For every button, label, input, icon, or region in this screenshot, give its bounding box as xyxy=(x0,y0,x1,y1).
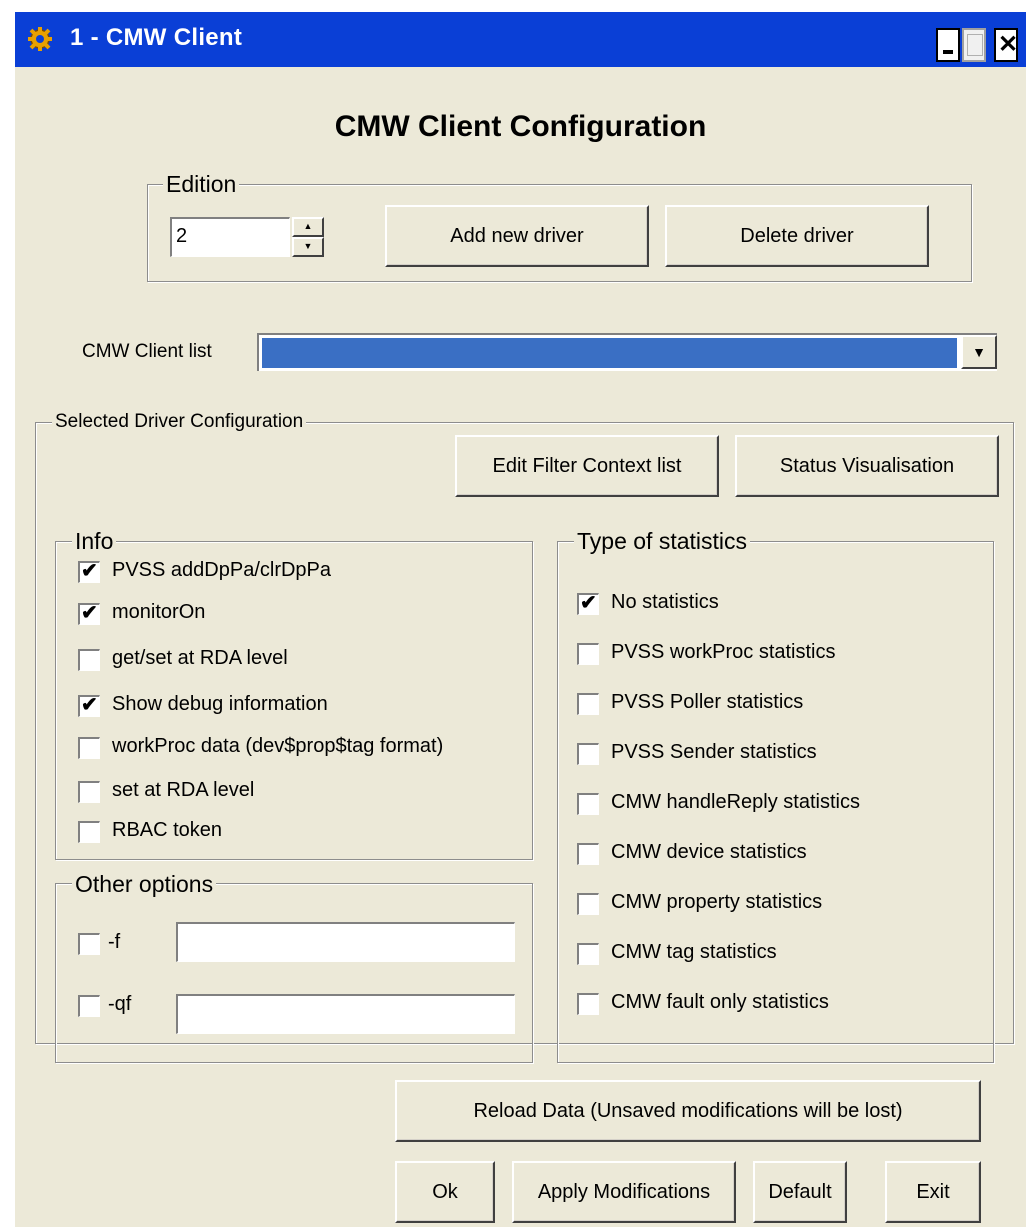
checkbox[interactable]: ✔ xyxy=(78,560,100,583)
edit-filter-context-button[interactable]: Edit Filter Context list xyxy=(455,435,719,497)
checkbox[interactable]: ✔ xyxy=(78,694,100,717)
chevron-down-icon[interactable]: ▼ xyxy=(961,335,997,369)
minimize-button[interactable] xyxy=(936,28,960,62)
reload-data-button[interactable]: Reload Data (Unsaved modifications will … xyxy=(395,1080,981,1142)
checkbox[interactable] xyxy=(577,743,599,765)
option-f-input[interactable] xyxy=(176,922,515,962)
option-label: PVSS addDpPa/clrDpPa xyxy=(112,559,332,581)
option-label: CMW handleReply statistics xyxy=(611,791,860,813)
option-label: CMW fault only statistics xyxy=(611,991,829,1013)
checkbox[interactable] xyxy=(577,643,599,665)
client-list-label: CMW Client list xyxy=(82,341,212,362)
edition-spin-up[interactable]: ▲ xyxy=(292,217,324,237)
checkbox[interactable]: ✔ xyxy=(78,602,100,625)
option-label: PVSS Poller statistics xyxy=(611,691,804,713)
window-title: 1 - CMW Client xyxy=(70,24,243,51)
option-label: PVSS workProc statistics xyxy=(611,641,836,663)
apply-modifications-button[interactable]: Apply Modifications xyxy=(512,1161,736,1223)
add-driver-button[interactable]: Add new driver xyxy=(385,205,649,267)
checkbox[interactable] xyxy=(577,893,599,915)
other-options-legend: Other options xyxy=(72,871,217,897)
option-label: CMW tag statistics xyxy=(611,941,777,963)
option-label: workProc data (dev$prop$tag format) xyxy=(112,735,444,757)
info-legend: Info xyxy=(72,528,117,554)
checkbox[interactable] xyxy=(78,821,100,843)
checkbox[interactable] xyxy=(78,781,100,803)
selected-driver-legend: Selected Driver Configuration xyxy=(52,409,307,435)
option-label: RBAC token xyxy=(112,819,223,841)
close-icon: ✕ xyxy=(998,31,1019,58)
gear-icon xyxy=(28,27,52,51)
ok-button[interactable]: Ok xyxy=(395,1161,495,1223)
client-list-selection xyxy=(262,338,957,368)
title-bar[interactable]: 1 - CMW Client ✕ xyxy=(15,12,1026,67)
close-button[interactable]: ✕ xyxy=(994,28,1018,62)
status-visualisation-button[interactable]: Status Visualisation xyxy=(735,435,999,497)
checkbox[interactable]: ✔ xyxy=(577,592,599,615)
option-label: get/set at RDA level xyxy=(112,647,288,669)
exit-button[interactable]: Exit xyxy=(885,1161,981,1223)
page-title: CMW Client Configuration xyxy=(334,110,707,143)
option-label: CMW device statistics xyxy=(611,841,807,863)
option-label: CMW property statistics xyxy=(611,891,823,913)
maximize-button[interactable] xyxy=(962,28,986,62)
checkbox[interactable] xyxy=(577,793,599,815)
option-label: -f xyxy=(108,931,121,953)
edition-spin-down[interactable]: ▼ xyxy=(292,237,324,257)
option-label: Show debug information xyxy=(112,693,328,715)
edition-legend: Edition xyxy=(163,171,240,197)
checkbox[interactable] xyxy=(577,943,599,965)
checkbox[interactable] xyxy=(577,843,599,865)
client-list-dropdown[interactable]: ▼ xyxy=(257,333,997,371)
option-label: monitorOn xyxy=(112,601,206,623)
default-button[interactable]: Default xyxy=(753,1161,847,1223)
option-label: set at RDA level xyxy=(112,779,255,801)
option-qf-input[interactable] xyxy=(176,994,515,1034)
statistics-legend: Type of statistics xyxy=(574,528,751,554)
checkbox[interactable] xyxy=(577,693,599,715)
delete-driver-button[interactable]: Delete driver xyxy=(665,205,929,267)
edition-input[interactable]: 2 xyxy=(170,217,290,257)
option-label: No statistics xyxy=(611,591,719,613)
cmw-client-window: 1 - CMW Client ✕ CMW Client Configuratio… xyxy=(15,12,1026,1227)
option-label: PVSS Sender statistics xyxy=(611,741,817,763)
checkbox[interactable] xyxy=(78,649,100,671)
checkbox[interactable] xyxy=(577,993,599,1015)
checkbox[interactable] xyxy=(78,737,100,759)
other-options-group xyxy=(55,883,533,1063)
checkbox[interactable] xyxy=(78,995,100,1017)
checkbox[interactable] xyxy=(78,933,100,955)
option-label: -qf xyxy=(108,993,132,1015)
